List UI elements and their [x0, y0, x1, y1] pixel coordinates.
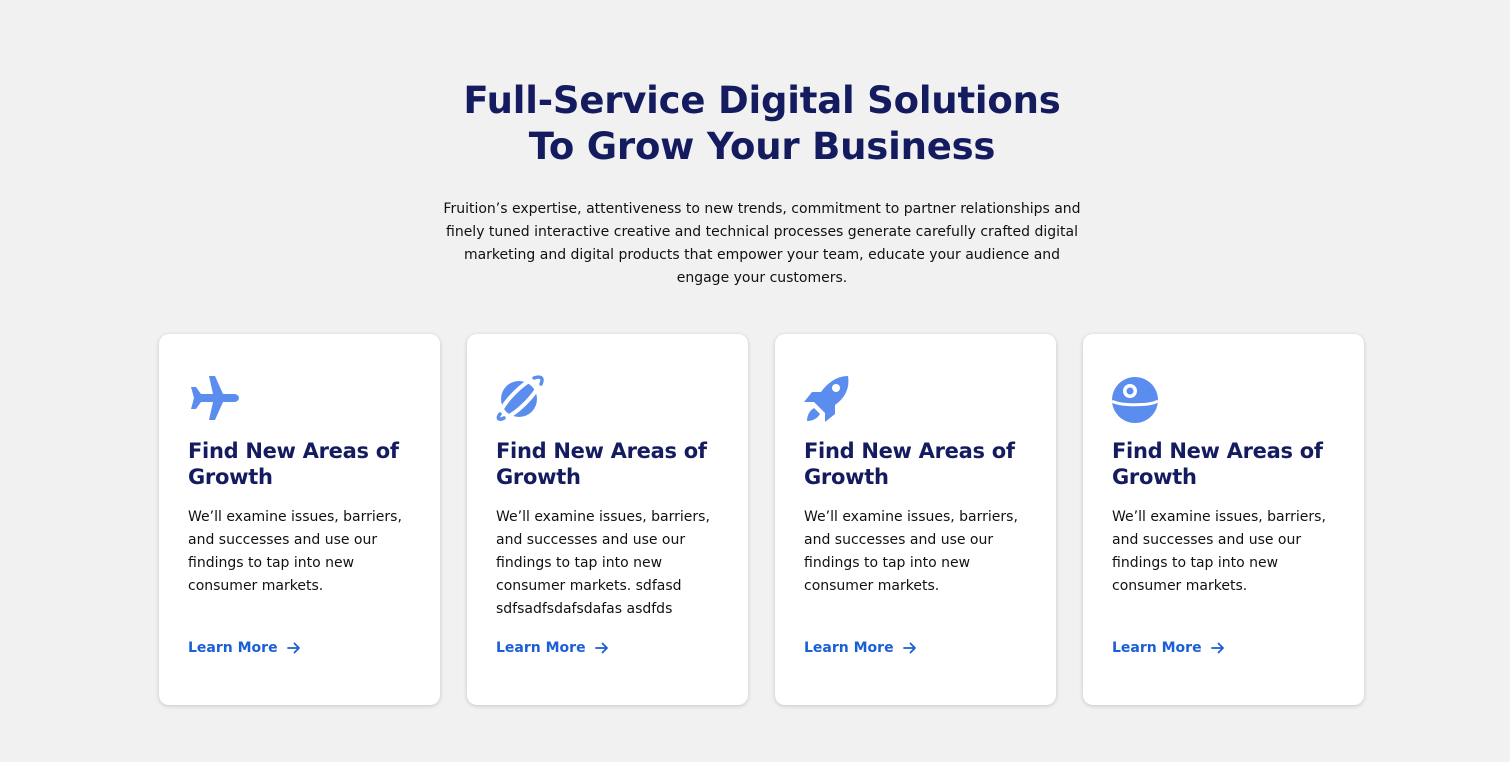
- learn-more-label: Learn More: [188, 640, 278, 656]
- card-title: Find New Areas of Growth: [804, 439, 1015, 489]
- card-description: We’ll examine issues, barriers, and succ…: [1112, 509, 1326, 594]
- service-card: Find New Areas of Growth We’ll examine i…: [775, 334, 1056, 705]
- service-cards: Find New Areas of Growth We’ll examine i…: [159, 334, 1364, 705]
- intro-paragraph: Fruition’s expertise, attentiveness to n…: [443, 201, 1081, 286]
- service-card: Find New Areas of Growth We’ll examine i…: [159, 334, 440, 705]
- learn-more-link[interactable]: Learn More: [496, 640, 609, 656]
- learn-more-link[interactable]: Learn More: [1112, 640, 1225, 656]
- learn-more-label: Learn More: [1112, 640, 1202, 656]
- page-title-line-2: To Grow Your Business: [528, 125, 996, 168]
- rocket-icon: [804, 376, 849, 422]
- learn-more-label: Learn More: [496, 640, 586, 656]
- card-title: Find New Areas of Growth: [188, 439, 399, 489]
- page-title: Full-Service Digital Solutions To Grow Y…: [0, 78, 1510, 170]
- card-description: We’ll examine issues, barriers, and succ…: [804, 509, 1018, 594]
- services-section: Full-Service Digital Solutions To Grow Y…: [0, 0, 1510, 762]
- arrow-right-icon: [594, 642, 608, 654]
- space-station-icon: [1112, 377, 1159, 423]
- card-description: We’ll examine issues, barriers, and succ…: [496, 509, 710, 617]
- card-title: Find New Areas of Growth: [496, 439, 707, 489]
- learn-more-link[interactable]: Learn More: [188, 640, 301, 656]
- learn-more-label: Learn More: [804, 640, 894, 656]
- arrow-right-icon: [1210, 642, 1224, 654]
- airplane-icon: [191, 376, 239, 420]
- card-description: We’ll examine issues, barriers, and succ…: [188, 509, 402, 594]
- card-title: Find New Areas of Growth: [1112, 439, 1323, 489]
- learn-more-link[interactable]: Learn More: [804, 640, 917, 656]
- planet-icon: [496, 375, 544, 421]
- service-card: Find New Areas of Growth We’ll examine i…: [467, 334, 748, 705]
- page-title-line-1: Full-Service Digital Solutions: [463, 79, 1061, 122]
- service-card: Find New Areas of Growth We’ll examine i…: [1083, 334, 1364, 705]
- arrow-right-icon: [902, 642, 916, 654]
- arrow-right-icon: [286, 642, 300, 654]
